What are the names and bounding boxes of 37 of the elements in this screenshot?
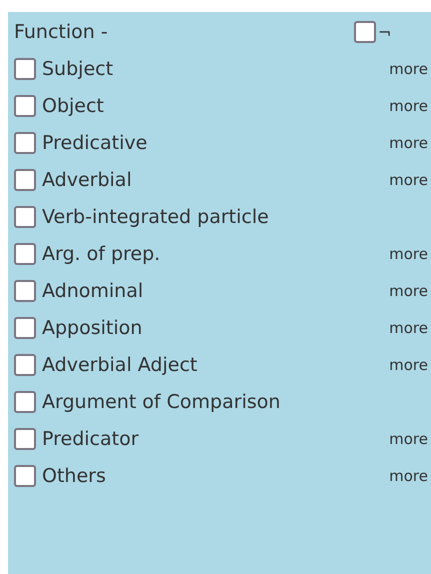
checkbox-label: Object <box>42 94 105 116</box>
checkbox-label: Argument of Comparison <box>42 390 282 412</box>
more-link[interactable]: more <box>389 170 431 188</box>
checkbox[interactable] <box>14 390 36 412</box>
checkbox[interactable] <box>14 168 36 190</box>
checkbox-label: Verb-integrated particle <box>42 206 270 228</box>
checkbox[interactable] <box>14 280 36 302</box>
checkbox[interactable] <box>14 242 36 264</box>
checkbox[interactable] <box>14 58 36 80</box>
checkbox[interactable] <box>14 132 36 154</box>
more-link[interactable]: more <box>389 430 431 448</box>
checkbox-label: Adnominal <box>42 280 144 302</box>
checkbox-label: Subject <box>42 58 114 80</box>
checkbox[interactable] <box>14 354 36 376</box>
negation-symbol: ¬ <box>378 22 392 42</box>
section-title: Function - <box>14 21 109 43</box>
checkbox[interactable] <box>14 428 36 450</box>
more-link[interactable]: more <box>389 134 431 152</box>
checkbox[interactable] <box>14 206 36 228</box>
more-link[interactable]: more <box>389 466 431 484</box>
more-link[interactable]: more <box>389 60 431 78</box>
checkbox[interactable] <box>14 316 36 338</box>
more-link[interactable]: more <box>389 356 431 374</box>
checkbox-label: Others <box>42 464 107 486</box>
checkbox-label: Apposition <box>42 316 144 338</box>
more-link[interactable]: more <box>389 282 431 300</box>
checkbox-label: Adverbial Adject <box>42 354 198 376</box>
checkbox-label: Arg. of prep. <box>42 242 162 264</box>
more-link[interactable]: more <box>389 96 431 114</box>
checkbox-label: Predicative <box>42 132 148 154</box>
more-link[interactable]: more <box>389 318 431 336</box>
checkbox-label: Adverbial <box>42 168 133 190</box>
negate-checkbox[interactable] <box>354 21 376 43</box>
checkbox-label: Predicator <box>42 428 140 450</box>
checkbox[interactable] <box>14 464 36 486</box>
more-link[interactable]: more <box>389 244 431 262</box>
checkbox[interactable] <box>14 94 36 116</box>
